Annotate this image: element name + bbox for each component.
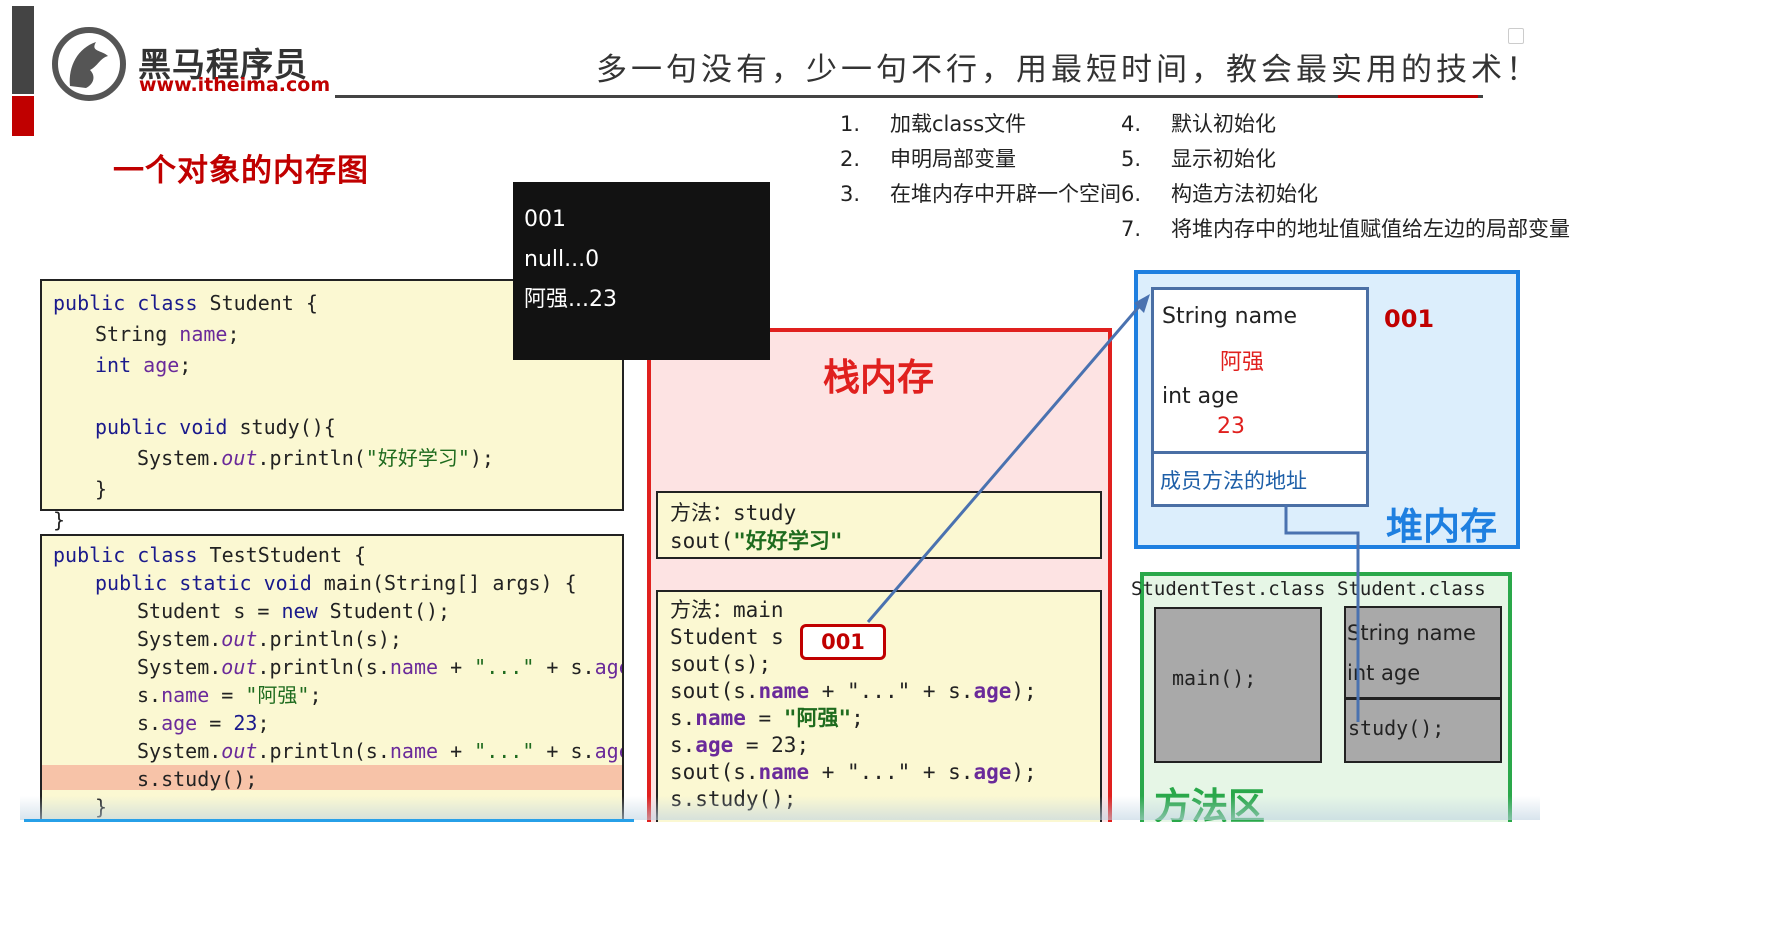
method-address-connector: [1284, 505, 1360, 722]
reference-arrow-line: [866, 301, 1145, 623]
connector-arrows: [866, 294, 1360, 722]
video-progress-strip[interactable]: [20, 796, 1540, 820]
page-bottom-border: [0, 822, 1780, 933]
